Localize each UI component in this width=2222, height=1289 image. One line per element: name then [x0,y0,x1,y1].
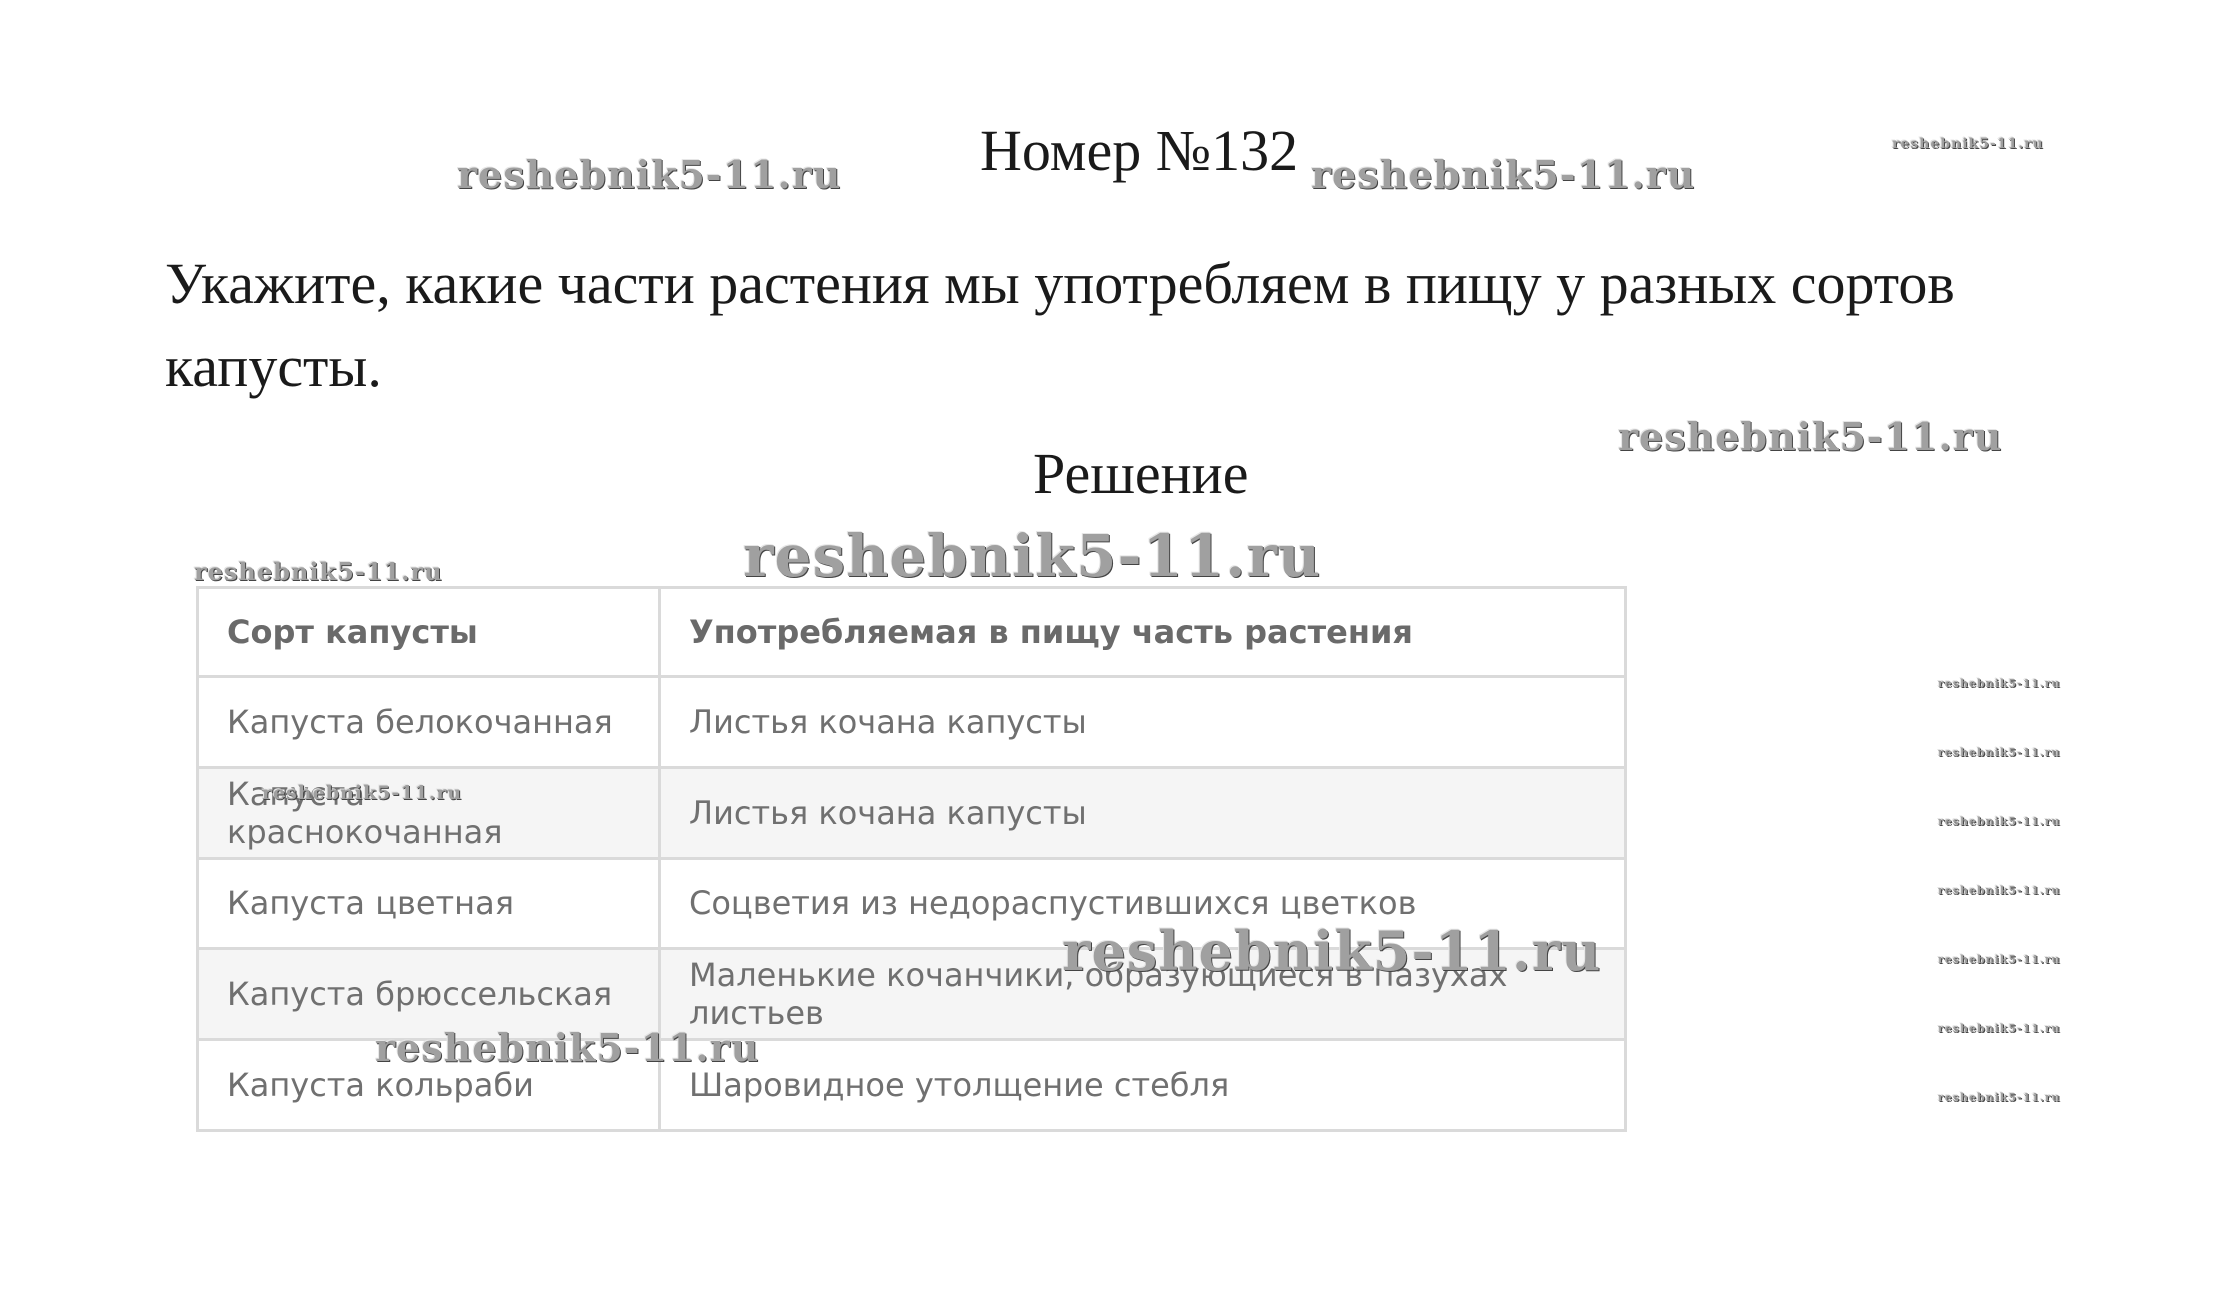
cell-variety: Капуста белокочанная [196,675,661,769]
cell-edible-part: Шаровидное утолщение стебля [658,1038,1627,1132]
table-row: Капуста краснокочанная Листья кочана кап… [196,765,1627,860]
watermark: reshebnik5-11.ru [1938,884,2061,897]
document-page: Номер №132 Укажите, какие части растения… [0,0,2222,1289]
watermark: reshebnik5-11.ru [1062,919,1602,983]
watermark: reshebnik5-11.ru [457,152,842,197]
solution-heading: Решение [1033,441,1249,506]
watermark: reshebnik5-11.ru [194,557,443,586]
page-title: Номер №132 [980,118,1299,183]
watermark: reshebnik5-11.ru [1938,1091,2061,1104]
watermark: reshebnik5-11.ru [1892,136,2044,152]
cell-variety: Капуста краснокочанная [196,765,661,860]
watermark: reshebnik5-11.ru [1311,152,1696,197]
cell-edible-part: Листья кочана капусты [658,675,1627,769]
cell-variety: Капуста цветная [196,856,661,951]
table-row: Капуста белокочанная Листья кочана капус… [196,675,1627,769]
watermark: reshebnik5-11.ru [1938,953,2061,966]
watermark: reshebnik5-11.ru [1938,815,2061,828]
question-text: Укажите, какие части растения мы употреб… [165,251,1955,399]
watermark: reshebnik5-11.ru [1618,414,2003,459]
column-header-variety: Сорт капусты [196,586,661,678]
watermark: reshebnik5-11.ru [262,782,463,804]
watermark: reshebnik5-11.ru [1938,677,2061,690]
watermark: reshebnik5-11.ru [1938,1022,2061,1035]
table-header-row: Сорт капусты Употребляемая в пищу часть … [196,586,1627,678]
watermark: reshebnik5-11.ru [743,522,1322,590]
column-header-edible-part: Употребляемая в пищу часть растения [658,586,1627,678]
watermark: reshebnik5-11.ru [375,1025,760,1070]
watermark: reshebnik5-11.ru [1938,746,2061,759]
cell-edible-part: Листья кочана капусты [658,765,1627,860]
